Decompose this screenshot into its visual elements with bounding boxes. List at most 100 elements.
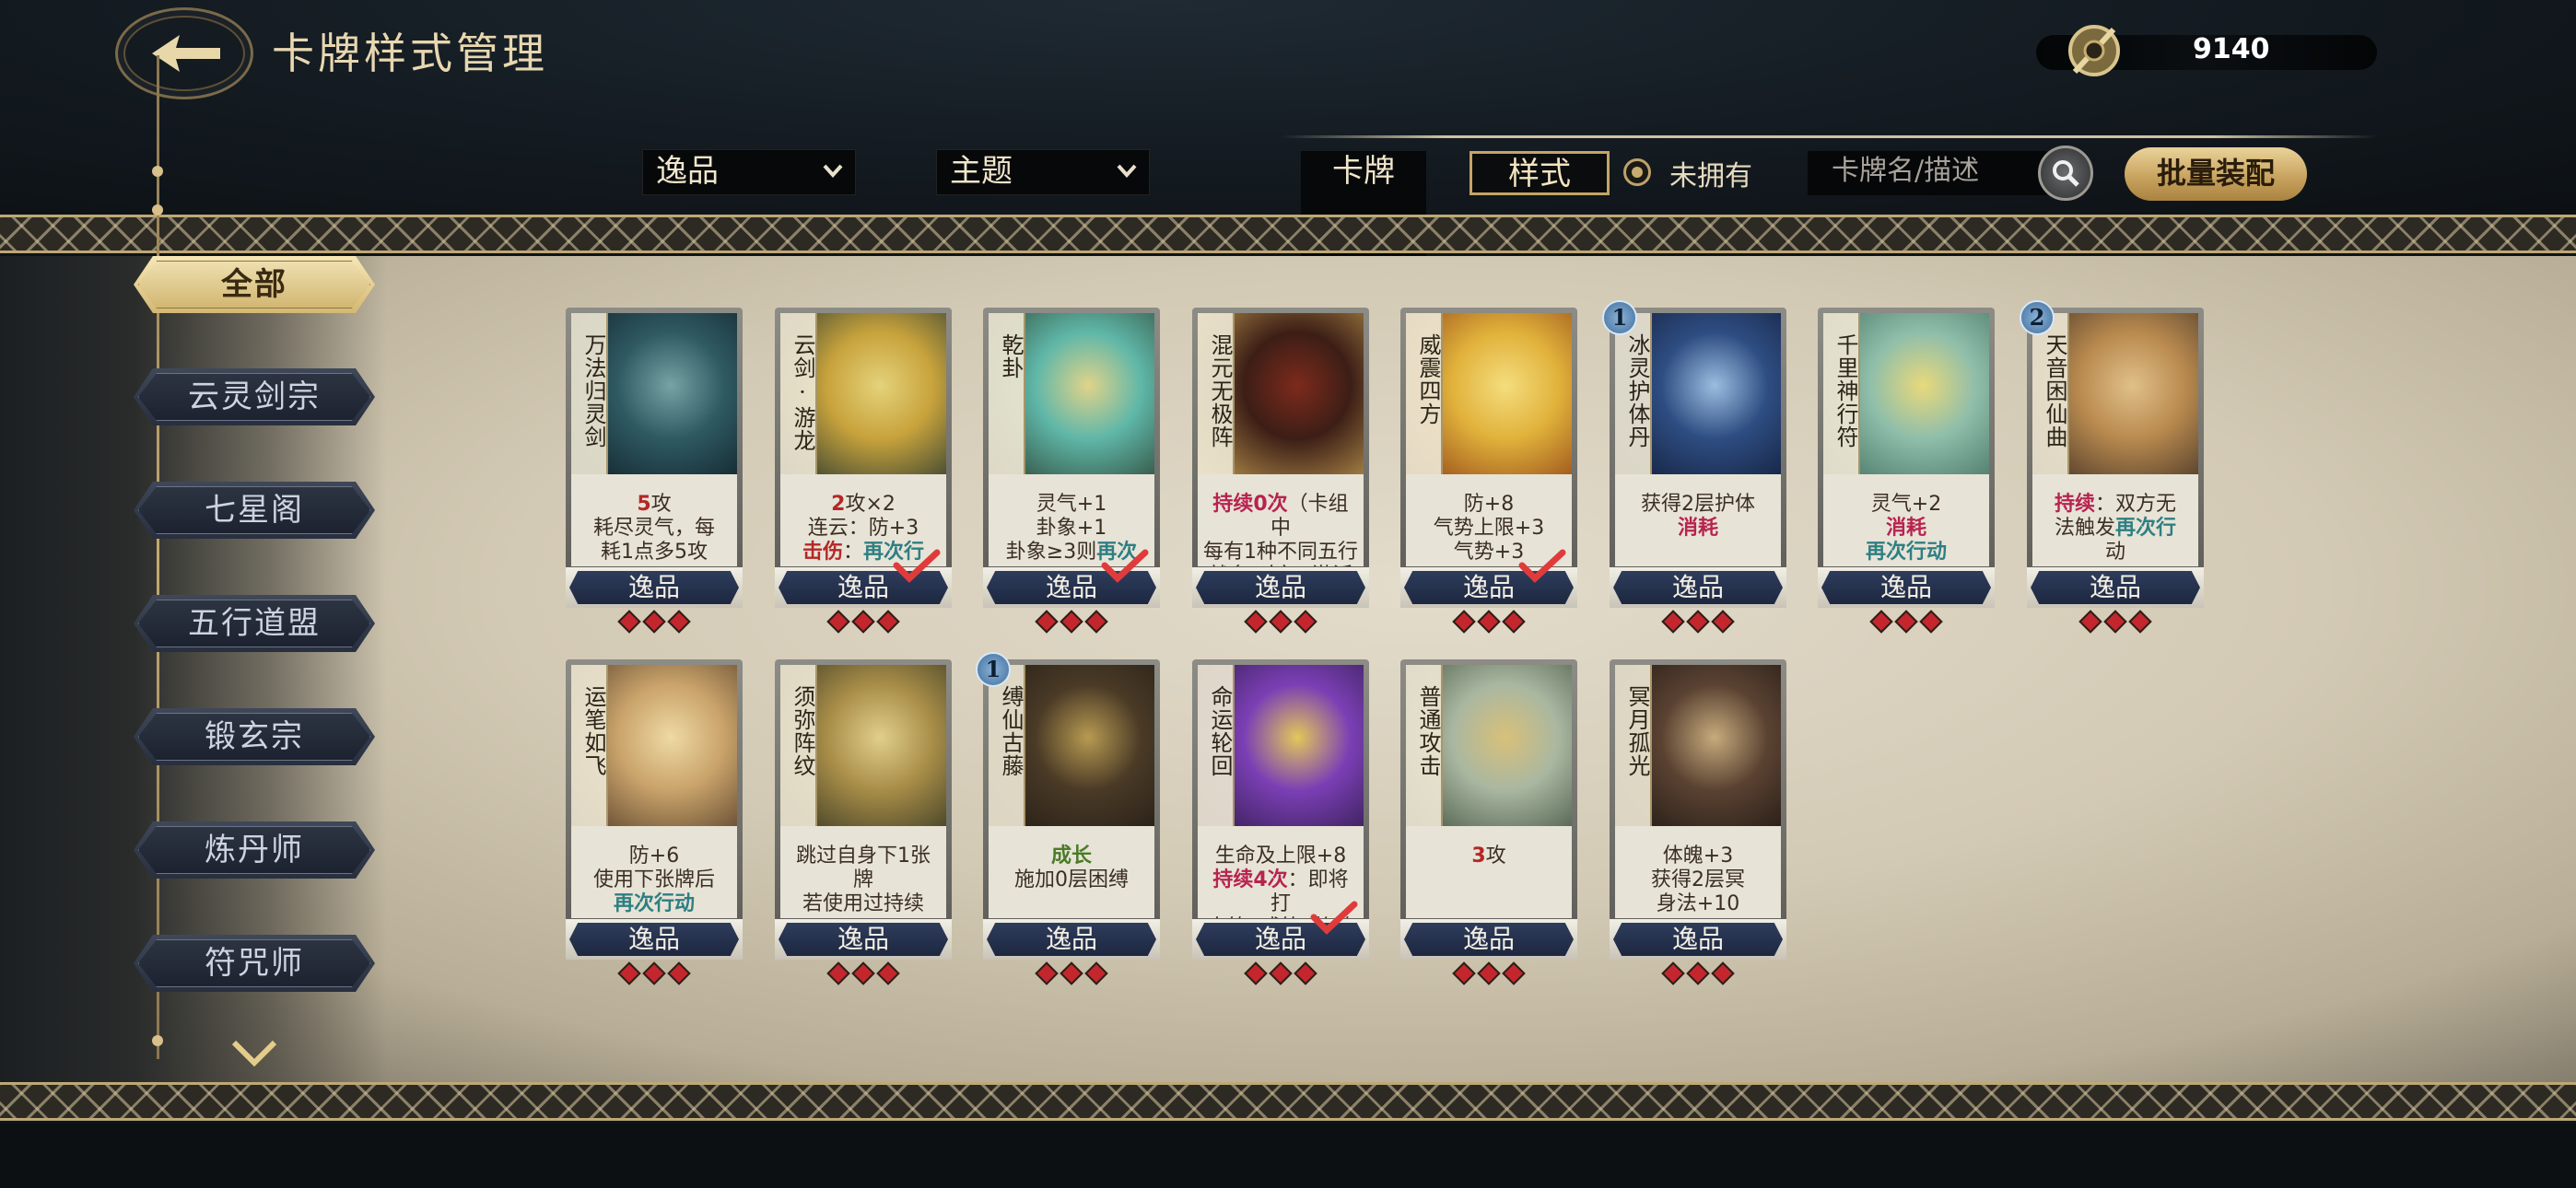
- card-rarity: 逸品: [569, 571, 739, 604]
- card-name: 万法归灵剑: [571, 313, 608, 474]
- gem-icon: [1035, 961, 1059, 985]
- card-name: 云剑·游龙: [780, 313, 817, 474]
- card-rarity-plate: 逸品: [1818, 567, 1995, 608]
- style-card[interactable]: 冰灵护体丹 获得2层护体 消耗 逸品 1: [1602, 300, 1786, 634]
- style-card[interactable]: 命运轮回 生命及上限+8持续4次：即将打出第4或第5格牌时，跳过并触发 逸品: [1192, 659, 1369, 985]
- card-rarity-plate: 逸品: [2027, 567, 2204, 608]
- card-name: 运笔如飞: [571, 665, 608, 826]
- card-desc-line: 卦象+1: [1036, 517, 1107, 540]
- tab-style[interactable]: 样式: [1469, 151, 1610, 195]
- card-desc-line: 跳过自身下1张: [796, 844, 931, 868]
- style-card[interactable]: 千里神行符 灵气+2 消耗 再次行动 逸品: [1818, 308, 1995, 634]
- card-desc-line: 灵气+1: [1036, 493, 1107, 516]
- card-rarity-plate: 逸品: [1400, 919, 1577, 960]
- not-owned-label: 未拥有: [1669, 160, 1752, 192]
- gem-icon: [1477, 961, 1501, 985]
- card-desc-line: 气势上限+3: [1433, 517, 1545, 540]
- equipped-check-icon: [1310, 901, 1358, 935]
- card-name: 混元无极阵: [1198, 313, 1235, 474]
- card-gem-row: [1035, 961, 1108, 985]
- card-rarity: 逸品: [1821, 571, 1991, 604]
- sidebar-item-qixing[interactable]: 七星阁: [134, 482, 375, 539]
- card-desc-line: 每有1种不同五行: [1203, 541, 1358, 564]
- style-card[interactable]: 缚仙古藤 成长 施加0层困缚 逸品 1: [976, 652, 1160, 985]
- card-desc-line: 生命及上限+8: [1214, 844, 1347, 868]
- gem-icon: [851, 961, 875, 985]
- not-owned-radio[interactable]: [1623, 158, 1651, 186]
- style-card[interactable]: 普通攻击 3攻 逸品: [1400, 659, 1577, 985]
- card-desc-line: 动: [2104, 541, 2125, 564]
- card-name: 乾卦: [989, 313, 1025, 474]
- card-desc-line: 使用下张牌后: [592, 868, 715, 891]
- style-card[interactable]: 运笔如飞 防+6 使用下张牌后 再次行动 逸品: [566, 659, 743, 985]
- gem-icon: [1919, 610, 1943, 634]
- gem-icon: [826, 961, 850, 985]
- rarity-select[interactable]: 逸品: [642, 149, 856, 195]
- back-button[interactable]: [115, 7, 253, 99]
- search-input[interactable]: 卡牌名/描述: [1808, 151, 2047, 195]
- sidebar-item-liandan[interactable]: 炼丹师: [134, 821, 375, 879]
- count-badge: 1: [976, 652, 1011, 687]
- style-card[interactable]: 云剑·游龙 2攻×2 连云：防+3 击伤：再次行 逸品: [775, 308, 952, 634]
- card-desc-line: 法触发再次行: [2054, 517, 2177, 540]
- style-card[interactable]: 混元无极阵 持续0次（卡组中每有1种不同五行就多1次）：激活任意五行后再次 逸品: [1192, 308, 1369, 634]
- chevron-down-icon: [1117, 164, 1137, 178]
- style-card[interactable]: 威震四方 防+8 气势上限+3 气势+3 逸品: [1400, 308, 1577, 634]
- card-description: 3攻: [1406, 826, 1572, 918]
- gem-icon: [2128, 610, 2152, 634]
- batch-equip-button[interactable]: 批量装配: [2125, 147, 2307, 201]
- card-name: 千里神行符: [1823, 313, 1860, 474]
- gem-icon: [667, 961, 691, 985]
- style-card[interactable]: 冥月孤光 体魄+3 获得2层冥 身法+10 逸品: [1610, 659, 1786, 985]
- sidebar-item-all[interactable]: 全部: [134, 256, 375, 313]
- search-button[interactable]: [2038, 146, 2093, 201]
- card-desc-line: 持续0次（卡组中: [1212, 493, 1349, 540]
- footer-bar: [0, 1124, 2576, 1188]
- rail-knot: [152, 166, 163, 177]
- card-gem-row: [1661, 610, 1735, 634]
- card-rarity: 逸品: [569, 923, 739, 956]
- back-arrow-icon: [152, 35, 220, 72]
- ornamental-border-bottom: [0, 1082, 2576, 1121]
- style-card[interactable]: 须弥阵纹 跳过自身下1张牌若使用过持续 逸品: [775, 659, 952, 985]
- sidebar-scroll-down-icon[interactable]: [230, 1039, 278, 1066]
- theme-select[interactable]: 主题: [936, 149, 1150, 195]
- gem-icon: [1294, 610, 1317, 634]
- card-gem-row: [1244, 961, 1317, 985]
- card-desc-line: 体魄+3: [1662, 844, 1734, 868]
- sidebar-item-fuzhou[interactable]: 符咒师: [134, 935, 375, 992]
- style-card[interactable]: 万法归灵剑 5攻 耗尽灵气，每 耗1点多5攻 逸品: [566, 308, 743, 634]
- card-desc-line: 施加0层困缚: [1014, 868, 1129, 891]
- card-desc-line: 耗1点多5攻: [601, 541, 708, 564]
- card-gem-row: [1452, 610, 1526, 634]
- card-desc-line: 获得2层冥: [1651, 868, 1745, 891]
- card-name: 命运轮回: [1198, 665, 1235, 826]
- card-desc-line: 再次行动: [613, 892, 695, 915]
- theme-select-value: 主题: [950, 153, 1013, 190]
- card-rarity: 逸品: [1404, 923, 1574, 956]
- card-name: 威震四方: [1406, 313, 1443, 474]
- gem-icon: [1294, 961, 1317, 985]
- gem-icon: [876, 610, 900, 634]
- card-desc-line: 若使用过持续: [802, 892, 924, 915]
- style-card[interactable]: 乾卦 灵气+1 卦象+1 卦象≥3则再次 逸品: [983, 308, 1160, 634]
- card-desc-line: 防+8: [1463, 493, 1515, 516]
- gem-icon: [1084, 610, 1108, 634]
- sidebar-item-label: 符咒师: [205, 945, 304, 982]
- sidebar-item-wuxing[interactable]: 五行道盟: [134, 595, 375, 652]
- style-card[interactable]: 天音困仙曲 持续：双方无 法触发再次行动 逸品 2: [2020, 300, 2204, 634]
- card-gem-row: [1661, 961, 1735, 985]
- gem-icon: [1894, 610, 1918, 634]
- card-desc-line: 身法+10: [1656, 892, 1740, 915]
- gem-icon: [2078, 610, 2102, 634]
- sidebar-item-yunling[interactable]: 云灵剑宗: [134, 368, 375, 425]
- gem-icon: [617, 610, 641, 634]
- ornamental-border-top: [0, 215, 2576, 253]
- gem-icon: [1711, 610, 1735, 634]
- sidebar-item-duanxuan[interactable]: 锻玄宗: [134, 708, 375, 765]
- card-name: 缚仙古藤: [989, 665, 1025, 826]
- card-desc-line: 防+6: [628, 844, 680, 868]
- top-bar: 卡牌样式管理 9140 逸品 主题 卡牌 样式 未拥有 卡牌名/描述 批量装配: [0, 0, 2576, 451]
- card-gem-row: [1244, 610, 1317, 634]
- gem-icon: [1060, 961, 1083, 985]
